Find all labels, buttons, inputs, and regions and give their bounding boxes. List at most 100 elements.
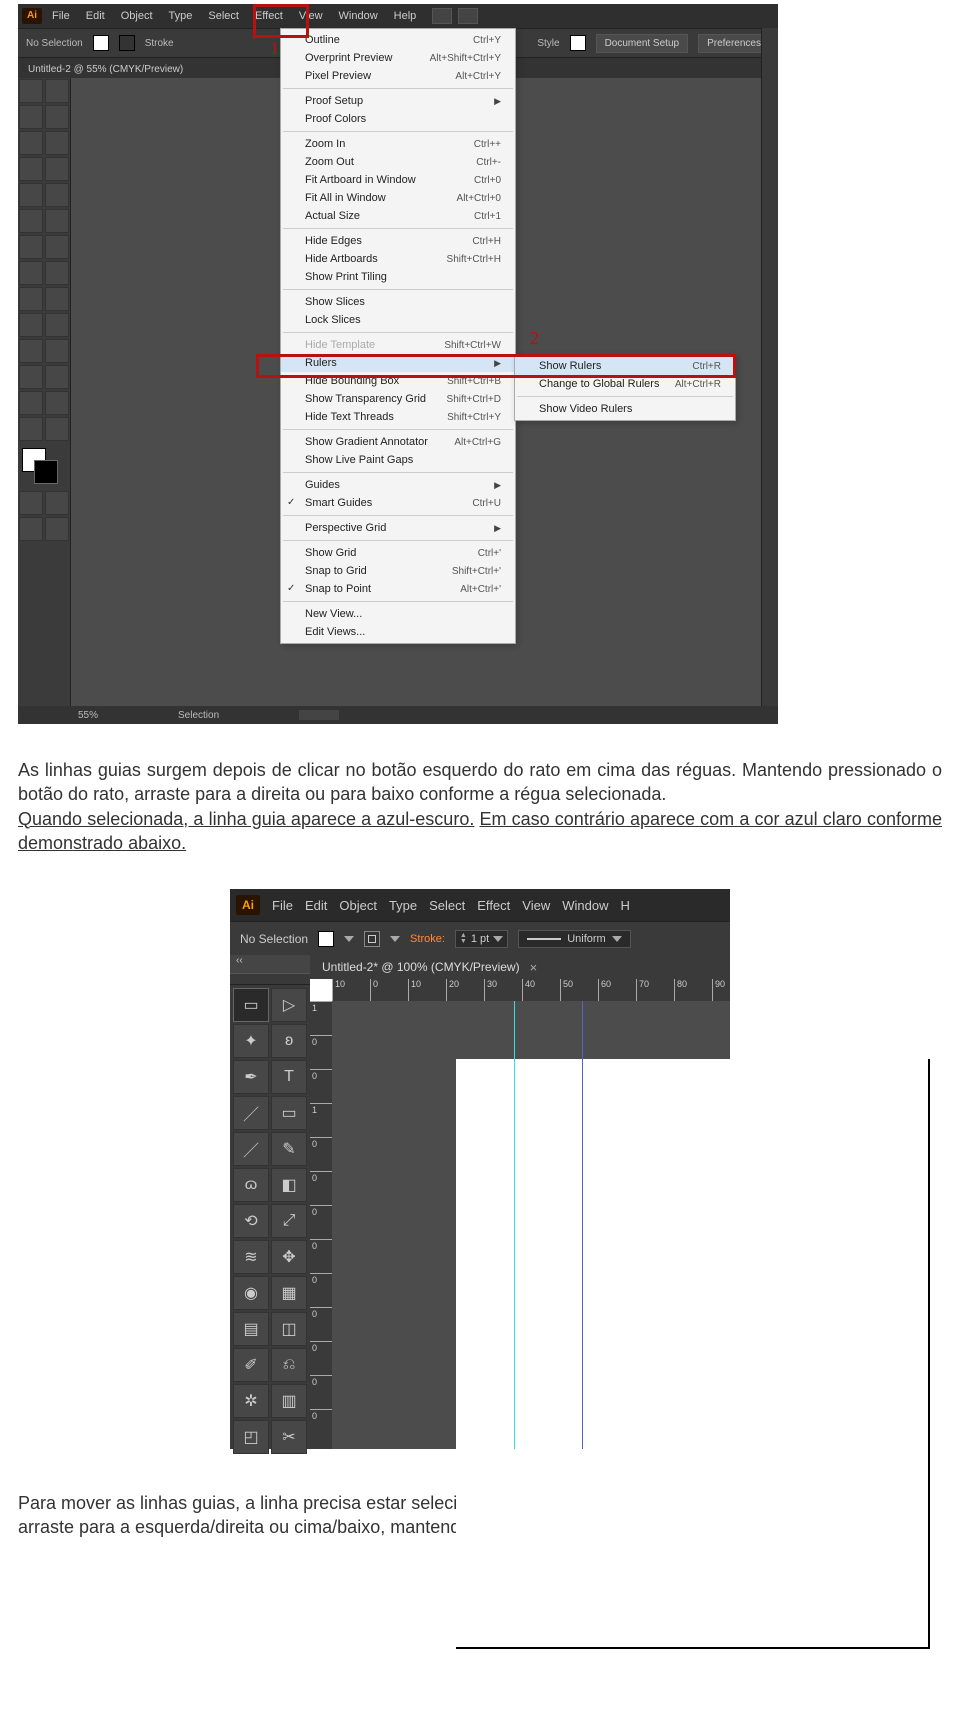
mesh-tool-icon[interactable]: ▤ [233, 1312, 269, 1346]
draw-mode-icon[interactable] [45, 491, 69, 515]
menu-item[interactable]: Zoom InCtrl++ [281, 135, 515, 153]
dropdown-icon[interactable] [344, 936, 354, 942]
menu-file[interactable]: File [46, 6, 76, 26]
canvas-area[interactable] [332, 1001, 730, 1449]
dropdown-icon[interactable] [493, 936, 503, 942]
menu-item[interactable]: Perspective Grid▶ [281, 519, 515, 537]
rectangle-tool-icon[interactable] [45, 157, 69, 181]
layout-icon[interactable] [432, 8, 452, 24]
menu-item[interactable]: Show Print Tiling [281, 268, 515, 286]
scale-tool-icon[interactable] [45, 235, 69, 259]
magic-wand-tool-icon[interactable]: ✦ [233, 1024, 269, 1058]
pen-tool-icon[interactable] [19, 131, 43, 155]
line-tool-icon[interactable]: ／ [233, 1096, 269, 1130]
lasso-tool-icon[interactable] [45, 105, 69, 129]
menu-view[interactable]: View [293, 6, 329, 26]
eraser-tool-icon[interactable] [45, 209, 69, 233]
screen-mode-icon[interactable] [19, 517, 43, 541]
blob-brush-tool-icon[interactable] [19, 209, 43, 233]
fill-stroke-color-icon[interactable] [22, 448, 66, 484]
menu-item[interactable]: Actual SizeCtrl+1 [281, 207, 515, 225]
menu-item[interactable]: Fit Artboard in WindowCtrl+0 [281, 171, 515, 189]
menu-item[interactable]: Show Gradient AnnotatorAlt+Ctrl+G [281, 433, 515, 451]
submenu-item[interactable]: Change to Global RulersAlt+Ctrl+R [515, 375, 735, 393]
panel-grip-icon[interactable] [230, 973, 310, 985]
eyedropper-tool-icon[interactable]: ✐ [233, 1348, 269, 1382]
column-graph-tool-icon[interactable] [45, 365, 69, 389]
ruler-origin-icon[interactable] [310, 979, 332, 1001]
menu-item[interactable]: Edit Views... [281, 623, 515, 641]
menu-effect[interactable]: Effect [249, 6, 289, 26]
eyedropper-tool-icon[interactable] [19, 339, 43, 363]
menu-item[interactable]: Show Live Paint Gaps [281, 451, 515, 469]
menu-item[interactable]: Hide Text ThreadsShift+Ctrl+Y [281, 408, 515, 426]
menu-view[interactable]: View [522, 898, 550, 913]
menu-file[interactable]: File [272, 898, 293, 913]
stroke-weight-input[interactable]: ▲▼ 1 pt [455, 930, 508, 948]
selection-tool-icon[interactable] [19, 79, 43, 103]
menu-window[interactable]: Window [562, 898, 608, 913]
preferences-button[interactable]: Preferences [698, 34, 770, 53]
selection-tool-icon[interactable]: ▭ [233, 988, 269, 1022]
shape-builder-tool-icon[interactable] [19, 287, 43, 311]
symbol-sprayer-tool-icon[interactable] [19, 365, 43, 389]
vertical-ruler[interactable]: 1001000000000 [310, 1001, 333, 1449]
menu-edit[interactable]: Edit [80, 6, 111, 26]
column-graph-tool-icon[interactable]: ▥ [271, 1384, 307, 1418]
status-zoom[interactable]: 55% [78, 710, 98, 721]
free-transform-tool-icon[interactable]: ✥ [271, 1240, 307, 1274]
type-tool-icon[interactable]: T [271, 1060, 307, 1094]
gradient-tool-icon[interactable] [45, 313, 69, 337]
style-swatch-icon[interactable] [570, 35, 586, 51]
slice-tool-icon[interactable]: ✂ [271, 1420, 307, 1454]
blend-tool-icon[interactable] [45, 339, 69, 363]
arrange-icon[interactable] [458, 8, 478, 24]
lasso-tool-icon[interactable]: ʚ [271, 1024, 307, 1058]
magic-wand-tool-icon[interactable] [19, 105, 43, 129]
submenu-item[interactable]: Show Video Rulers [515, 400, 735, 418]
menu-item[interactable]: Hide ArtboardsShift+Ctrl+H [281, 250, 515, 268]
menu-window[interactable]: Window [333, 6, 384, 26]
perspective-tool-icon[interactable] [45, 287, 69, 311]
free-transform-tool-icon[interactable] [45, 261, 69, 285]
menu-type[interactable]: Type [389, 898, 417, 913]
artboard-tool-icon[interactable]: ◰ [233, 1420, 269, 1454]
menu-item[interactable]: Zoom OutCtrl+- [281, 153, 515, 171]
direct-selection-tool-icon[interactable]: ▷ [271, 988, 307, 1022]
stroke-swatch-icon[interactable] [119, 35, 135, 51]
menu-item[interactable]: Snap to GridShift+Ctrl+' [281, 562, 515, 580]
menu-item[interactable]: Hide EdgesCtrl+H [281, 232, 515, 250]
menu-item[interactable]: ✓Snap to PointAlt+Ctrl+' [281, 580, 515, 598]
line-tool-icon[interactable] [19, 157, 43, 181]
artboard-tool-icon[interactable] [19, 391, 43, 415]
paintbrush-tool-icon[interactable] [19, 183, 43, 207]
menu-item[interactable]: Lock Slices [281, 311, 515, 329]
menu-item[interactable]: Rulers▶ [281, 354, 515, 372]
menu-edit[interactable]: Edit [305, 898, 327, 913]
menu-item[interactable]: Show GridCtrl+' [281, 544, 515, 562]
menu-select[interactable]: Select [429, 898, 465, 913]
stroke-swatch-icon[interactable] [364, 931, 380, 947]
pen-tool-icon[interactable]: ✒ [233, 1060, 269, 1094]
menu-item[interactable]: Hide Bounding BoxShift+Ctrl+B [281, 372, 515, 390]
shape-builder-tool-icon[interactable]: ◉ [233, 1276, 269, 1310]
paintbrush-tool-icon[interactable]: ／ [233, 1132, 269, 1166]
rotate-tool-icon[interactable]: ⟲ [233, 1204, 269, 1238]
submenu-item[interactable]: Show RulersCtrl+R [515, 357, 735, 375]
menu-item[interactable]: Fit All in WindowAlt+Ctrl+0 [281, 189, 515, 207]
menu-item[interactable]: New View... [281, 605, 515, 623]
guide-line-blue[interactable] [582, 1001, 583, 1449]
menu-item[interactable]: Overprint PreviewAlt+Shift+Ctrl+Y [281, 49, 515, 67]
menu-type[interactable]: Type [163, 6, 199, 26]
menu-item[interactable]: OutlineCtrl+Y [281, 31, 515, 49]
rectangle-tool-icon[interactable]: ▭ [271, 1096, 307, 1130]
menu-h[interactable]: H [620, 898, 629, 913]
document-setup-button[interactable]: Document Setup [596, 34, 689, 53]
menu-item[interactable]: Show Transparency GridShift+Ctrl+D [281, 390, 515, 408]
menu-item[interactable]: Proof Setup▶ [281, 92, 515, 110]
mesh-tool-icon[interactable] [19, 313, 43, 337]
menu-object[interactable]: Object [339, 898, 377, 913]
status-nav-icon[interactable] [299, 710, 339, 720]
menu-item[interactable]: ✓Smart GuidesCtrl+U [281, 494, 515, 512]
guide-line-cyan[interactable] [514, 1001, 515, 1449]
